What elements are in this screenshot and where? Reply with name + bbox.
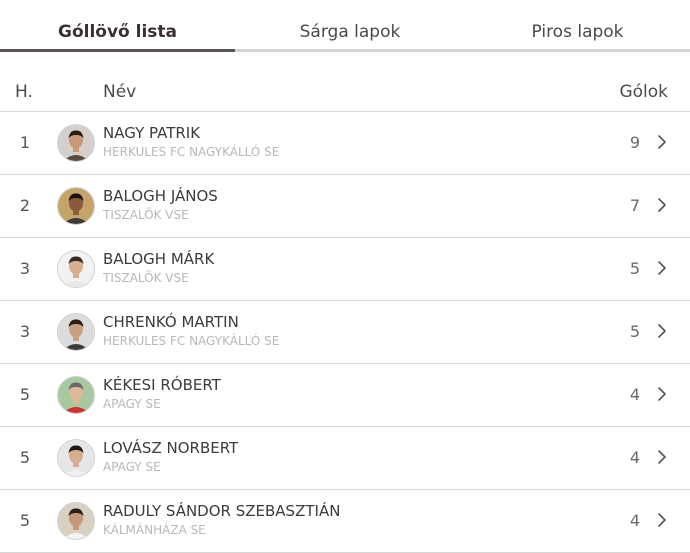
column-header-rank: H. [15, 82, 33, 102]
goal-count: 4 [629, 511, 640, 530]
player-name: RADULY SÁNDOR SZEBASZTIÁN [103, 502, 341, 520]
player-name: NAGY PATRIK [103, 124, 201, 142]
avatar [57, 502, 95, 540]
chevron-right-icon[interactable] [656, 134, 668, 150]
team-name: APAGY SE [103, 397, 161, 411]
player-name: LOVÁSZ NORBERT [103, 439, 239, 457]
table-row[interactable]: 2 BALOGH JÁNOS TISZALÖK VSE 7 [0, 175, 690, 238]
team-name: TISZALÖK VSE [103, 271, 189, 285]
tab-bar: Góllövő lista Sárga lapok Piros lapok [0, 0, 690, 52]
chevron-right-icon[interactable] [656, 197, 668, 213]
table-row[interactable]: 3 BALOGH MÁRK TISZALÖK VSE 5 [0, 238, 690, 301]
team-name: APAGY SE [103, 460, 161, 474]
tab-red-cards[interactable]: Piros lapok [465, 0, 690, 52]
tab-label: Góllövő lista [57, 22, 178, 42]
chevron-right-icon[interactable] [656, 260, 668, 276]
row-rank: 5 [19, 511, 31, 530]
goal-count: 4 [629, 448, 640, 467]
goal-count: 5 [629, 322, 640, 341]
chevron-right-icon[interactable] [656, 449, 668, 465]
avatar [57, 187, 95, 225]
tab-scorers[interactable]: Góllövő lista [0, 0, 235, 52]
player-name: BALOGH JÁNOS [103, 187, 218, 205]
avatar [57, 250, 95, 288]
table-row[interactable]: 3 CHRENKÓ MARTIN HERKULES FC NAGYKÁLLÓ SE 5 [0, 301, 690, 364]
team-name: HERKULES FC NAGYKÁLLÓ SE [103, 334, 280, 348]
column-header-goals: Gólok [619, 82, 668, 102]
avatar [57, 124, 95, 162]
avatar [57, 439, 95, 477]
goal-count: 9 [629, 133, 640, 152]
tab-label: Sárga lapok [299, 22, 401, 42]
goal-count: 5 [629, 259, 640, 278]
table-row[interactable]: 5 RADULY SÁNDOR SZEBASZTIÁN KÁLMÁNHÁZA SE 4 [0, 490, 690, 553]
avatar [57, 376, 95, 414]
chevron-right-icon[interactable] [656, 512, 668, 528]
row-rank: 3 [19, 259, 31, 278]
row-rank: 1 [19, 133, 31, 152]
team-name: KÁLMÁNHÁZA SE [103, 523, 206, 537]
tab-label: Piros lapok [531, 22, 624, 42]
tab-yellow-cards[interactable]: Sárga lapok [235, 0, 465, 52]
row-rank: 5 [19, 385, 31, 404]
tab-underline [235, 49, 465, 52]
table-header: H. Név Gólok [0, 76, 690, 112]
player-name: BALOGH MÁRK [103, 250, 215, 268]
chevron-right-icon[interactable] [656, 323, 668, 339]
row-rank: 2 [19, 196, 31, 215]
table-row[interactable]: 5 KÉKESI RÓBERT APAGY SE 4 [0, 364, 690, 427]
chevron-right-icon[interactable] [656, 386, 668, 402]
team-name: TISZALÖK VSE [103, 208, 189, 222]
tab-underline [0, 49, 235, 52]
player-name: CHRENKÓ MARTIN [103, 313, 239, 331]
goal-count: 7 [629, 196, 640, 215]
tab-underline [465, 49, 690, 52]
row-rank: 3 [19, 322, 31, 341]
row-rank: 5 [19, 448, 31, 467]
table-row[interactable]: 5 LOVÁSZ NORBERT APAGY SE 4 [0, 427, 690, 490]
scorer-list: 1 NAGY PATRIK HERKULES FC NAGYKÁLLÓ SE 9 2 BA… [0, 112, 690, 553]
player-name: KÉKESI RÓBERT [103, 376, 221, 394]
goal-count: 4 [629, 385, 640, 404]
table-row[interactable]: 1 NAGY PATRIK HERKULES FC NAGYKÁLLÓ SE 9 [0, 112, 690, 175]
avatar [57, 313, 95, 351]
column-header-name: Név [103, 82, 137, 102]
team-name: HERKULES FC NAGYKÁLLÓ SE [103, 145, 280, 159]
